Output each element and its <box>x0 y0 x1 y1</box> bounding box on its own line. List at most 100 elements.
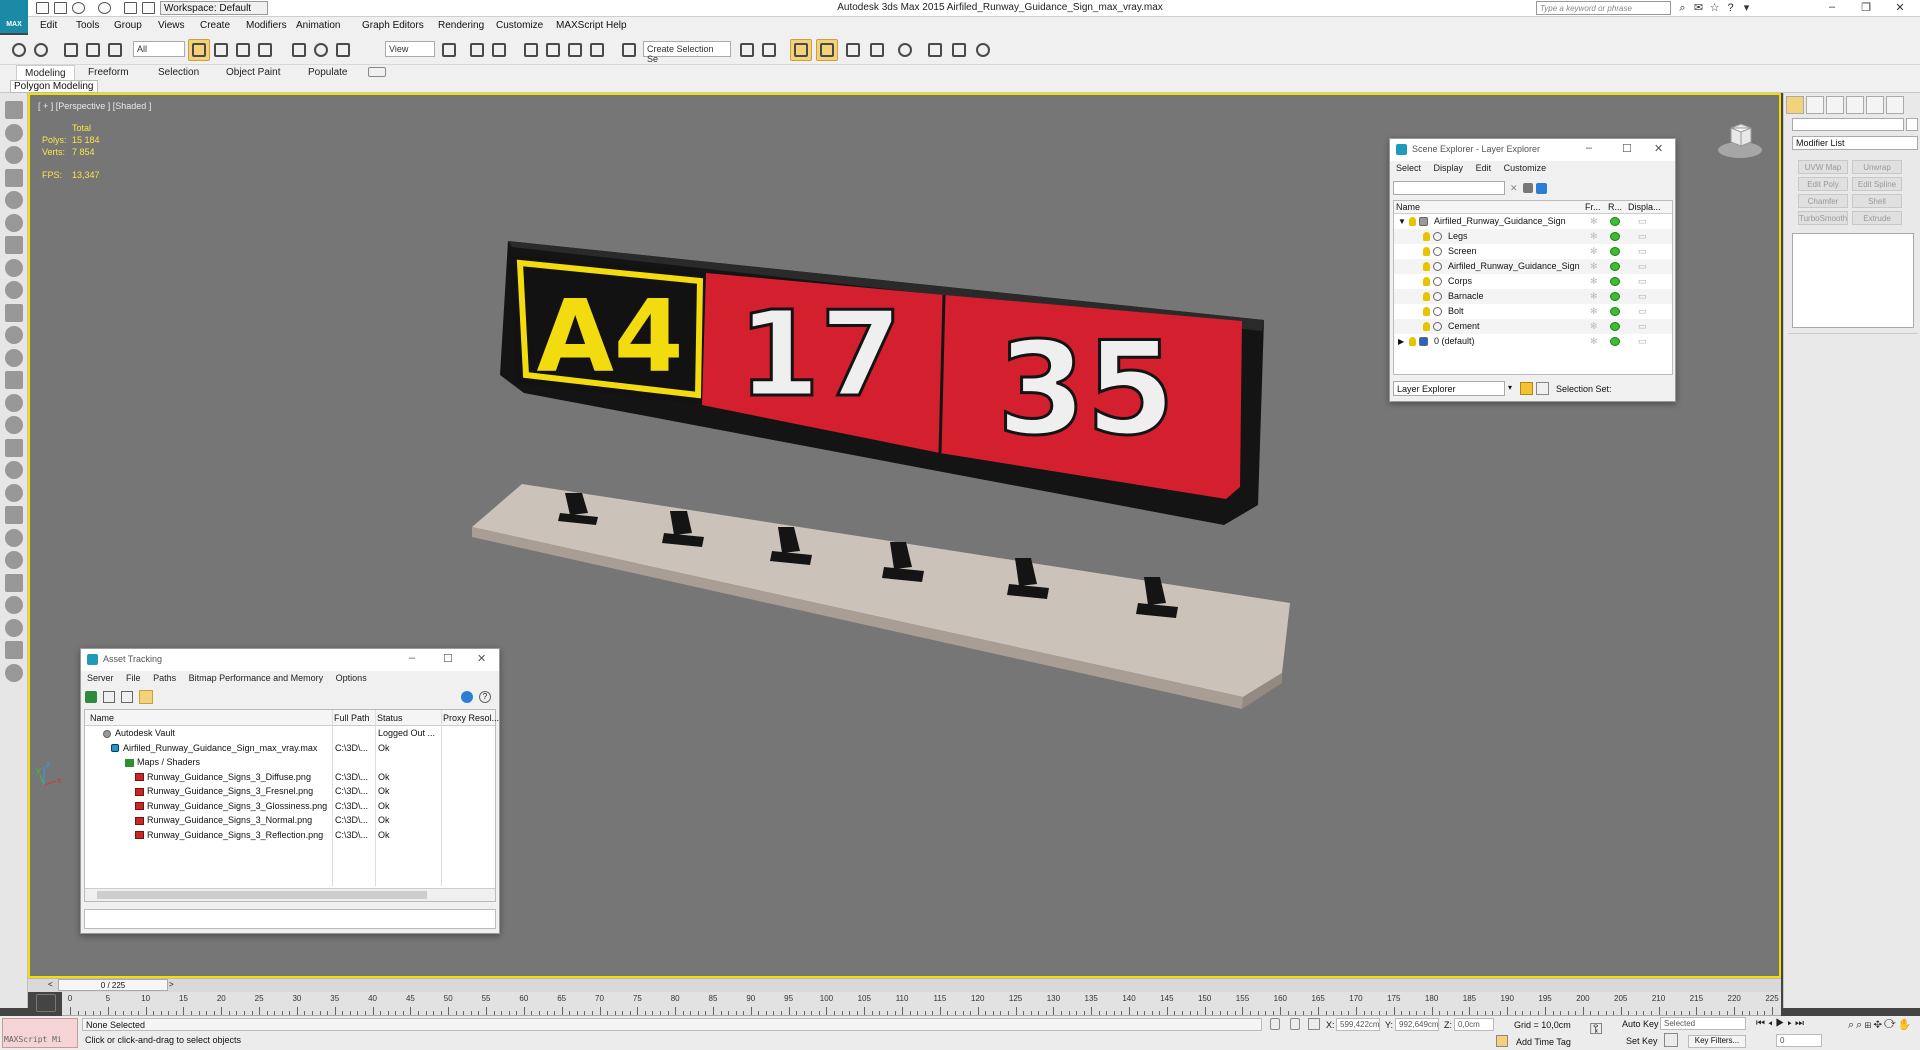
key-filters-button[interactable]: Key Filters... <box>1688 1035 1746 1048</box>
tab-populate[interactable]: Populate <box>300 65 355 80</box>
bind-to-space-warp-button[interactable] <box>104 39 126 61</box>
menu-rendering[interactable]: Rendering <box>438 20 484 31</box>
menu-customize[interactable]: Customize <box>496 20 543 31</box>
layer-row[interactable]: Cement ✻ ▭ <box>1394 319 1672 334</box>
visibility-bulb-icon[interactable] <box>1423 319 1445 334</box>
renderable-icon[interactable] <box>1610 292 1620 301</box>
curve-editor-button[interactable] <box>866 39 888 61</box>
menu-display[interactable]: Display <box>1434 163 1464 173</box>
help-dropdown-icon[interactable]: ▾ <box>1740 2 1753 14</box>
sun-tool-icon[interactable] <box>5 393 23 412</box>
asset-row[interactable]: Runway_Guidance_Signs_3_Reflection.png C:… <box>85 828 495 842</box>
minimize-icon[interactable]: – <box>409 652 415 664</box>
layer-row[interactable]: ▼ Airfiled_Runway_Guidance_Sign ✻ ▭ <box>1394 214 1672 229</box>
display-box-icon[interactable]: ▭ <box>1638 214 1647 229</box>
app-logo[interactable]: MAX <box>0 0 28 33</box>
display-tab-icon[interactable] <box>1866 96 1884 114</box>
clear-search-icon[interactable]: ✕ <box>1510 183 1520 193</box>
menu-customize[interactable]: Customize <box>1504 163 1547 173</box>
globe-tool-icon[interactable] <box>5 596 23 614</box>
visibility-bulb-icon[interactable] <box>1423 274 1445 289</box>
playback-controls[interactable]: ⏮◂▶▸⏭ <box>1756 1018 1814 1030</box>
help-icon[interactable]: ? <box>1724 2 1737 14</box>
search-input[interactable]: Type a keyword or phrase <box>1536 1 1671 15</box>
table-view-icon[interactable] <box>139 690 153 704</box>
new-file-icon[interactable] <box>36 2 49 14</box>
renderable-icon[interactable] <box>1610 322 1620 331</box>
track-tool-icon[interactable] <box>5 168 23 187</box>
filter-icon[interactable] <box>1523 183 1533 193</box>
box-tool-icon[interactable] <box>5 326 23 344</box>
camera-tool-icon[interactable] <box>5 258 23 277</box>
select-object-button[interactable] <box>188 39 210 61</box>
spinner-snap-button[interactable] <box>586 39 608 61</box>
menu-group[interactable]: Group <box>114 20 142 31</box>
utilities-tab-icon[interactable] <box>1886 96 1904 114</box>
renderable-icon[interactable] <box>1610 307 1620 316</box>
edit-named-selection-button[interactable] <box>618 39 640 61</box>
thumbnail-view-icon[interactable] <box>121 691 133 703</box>
hold-icon[interactable] <box>124 2 137 14</box>
slider-next-icon[interactable]: > <box>169 980 177 991</box>
col-name[interactable]: Name <box>1396 201 1420 214</box>
col-full-path[interactable]: Full Path <box>334 710 370 726</box>
select-and-move-button[interactable] <box>288 39 310 61</box>
object-name-field[interactable] <box>1792 118 1904 131</box>
align-button[interactable] <box>758 39 780 61</box>
layer-row[interactable]: Legs ✻ ▭ <box>1394 229 1672 244</box>
edit-poly-button[interactable]: Edit Poly <box>1798 177 1848 191</box>
layer-filter-icon[interactable] <box>1536 183 1547 194</box>
help-tool-icon[interactable] <box>5 663 23 682</box>
cylinder-tool-icon[interactable] <box>5 348 23 367</box>
mini-curve-editor-icon[interactable] <box>36 994 56 1012</box>
snaps-toggle-button[interactable] <box>520 39 542 61</box>
uvw-map-button[interactable]: UVW Map <box>1798 160 1848 174</box>
auto-key-button[interactable]: Auto Key <box>1622 1019 1659 1029</box>
lock-selection-icon[interactable] <box>1270 1018 1280 1030</box>
asset-path-field[interactable] <box>84 909 496 929</box>
keyboard-shortcut-override-button[interactable] <box>488 39 510 61</box>
col-status[interactable]: Status <box>377 710 403 726</box>
extrude-button[interactable]: Extrude <box>1852 211 1902 225</box>
snapshot-tool-icon[interactable] <box>5 641 23 659</box>
undo-icon[interactable] <box>72 2 85 14</box>
bone-tool-icon[interactable] <box>5 461 23 479</box>
renderable-icon[interactable] <box>1610 247 1620 256</box>
time-slider[interactable]: < 0 / 225 > <box>28 978 1781 992</box>
list-view-icon[interactable] <box>103 691 115 703</box>
menu-graph-editors[interactable]: Graph Editors <box>362 20 424 31</box>
mirror-button[interactable] <box>736 39 758 61</box>
menu-maxscript[interactable]: MAXScript <box>556 20 603 31</box>
minimize-window-icon[interactable]: – <box>1818 1 1846 15</box>
close-icon[interactable]: ✕ <box>1654 142 1663 155</box>
visibility-bulb-icon[interactable] <box>1409 334 1431 349</box>
frame-indicator[interactable]: 0 / 225 <box>58 979 168 991</box>
pivot-center-button[interactable] <box>438 39 460 61</box>
layer-row[interactable]: Corps ✻ ▭ <box>1394 274 1672 289</box>
isolate-icon[interactable] <box>1290 1018 1300 1030</box>
menu-paths[interactable]: Paths <box>153 673 176 683</box>
rendered-frame-window-button[interactable] <box>948 39 970 61</box>
named-selection-dropdown[interactable]: Create Selection Se <box>643 41 731 64</box>
renderable-icon[interactable] <box>1610 337 1620 346</box>
project-folder-icon[interactable] <box>142 2 155 14</box>
window-crossing-button[interactable] <box>254 39 276 61</box>
rectangular-selection-button[interactable] <box>232 39 254 61</box>
layer-manager-button[interactable] <box>816 39 838 61</box>
scene-explorer-window[interactable]: Scene Explorer - Layer Explorer – ☐ ✕ Se… <box>1389 138 1676 402</box>
asset-tracking-titlebar[interactable]: Asset Tracking – ☐ ✕ <box>81 649 499 671</box>
edit-spline-button[interactable]: Edit Spline <box>1852 177 1902 191</box>
layer-tool-icon[interactable] <box>5 146 23 164</box>
menu-options[interactable]: Options <box>336 673 367 683</box>
pan-tool-icon[interactable] <box>5 236 23 254</box>
minimize-icon[interactable]: – <box>1586 142 1592 154</box>
object-color-swatch[interactable] <box>1906 118 1918 131</box>
shell-button[interactable]: Shell <box>1852 194 1902 208</box>
tab-selection[interactable]: Selection <box>150 65 207 80</box>
menu-edit[interactable]: Edit <box>40 20 57 31</box>
time-tag-icon[interactable] <box>1496 1035 1508 1047</box>
lock-icon[interactable] <box>1536 382 1549 395</box>
render-production-button[interactable] <box>972 39 994 61</box>
link-tool-icon[interactable] <box>5 438 23 457</box>
display-box-icon[interactable]: ▭ <box>1638 244 1647 259</box>
